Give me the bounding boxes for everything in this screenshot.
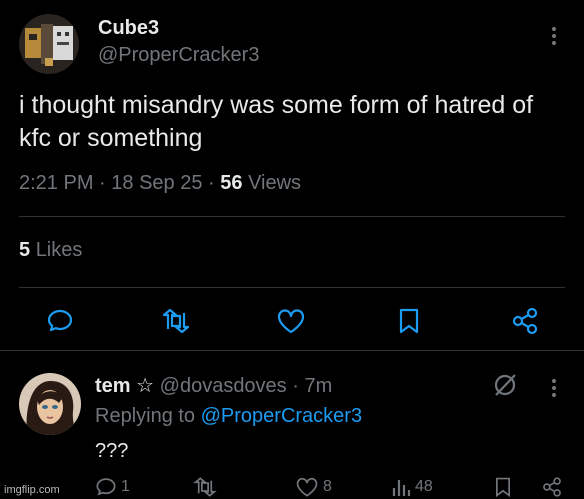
views-button[interactable]: 48	[391, 476, 433, 498]
likes-count: 5	[19, 239, 31, 261]
retweet-icon	[193, 477, 217, 497]
like-button[interactable]: 8	[295, 476, 332, 498]
like-icon	[296, 477, 318, 497]
separator: ·	[99, 172, 112, 194]
reply-count: 1	[121, 478, 130, 495]
post-meta: 2:21 PM · 18 Sep 25 · 56 Views	[19, 172, 301, 195]
separator: ·	[208, 172, 221, 194]
like-icon[interactable]	[276, 306, 306, 336]
avatar[interactable]	[19, 373, 81, 435]
reply-header: tem ☆ @dovasdoves · 7m	[95, 373, 332, 398]
likes-summary[interactable]: 5 Likes	[19, 239, 82, 262]
replying-prefix: Replying to	[95, 405, 196, 427]
more-options-icon[interactable]	[542, 24, 566, 48]
bookmark-icon[interactable]	[394, 306, 424, 336]
like-count: 8	[323, 478, 332, 495]
likes-label: Likes	[35, 239, 83, 261]
separator: ·	[292, 375, 305, 397]
post-text: i thought misandry was some form of hatr…	[19, 91, 534, 152]
more-options-icon[interactable]	[542, 376, 566, 400]
bookmark-button[interactable]	[493, 476, 513, 498]
views-count: 56	[220, 172, 243, 194]
mention-link[interactable]: @ProperCracker3	[201, 405, 362, 427]
divider	[19, 287, 565, 288]
post-date[interactable]: 18 Sep 25	[111, 172, 202, 194]
avatar[interactable]	[19, 14, 79, 74]
reply-icon	[96, 478, 116, 496]
reply-display-name[interactable]: tem	[95, 375, 131, 397]
reply-handle[interactable]: @dovasdoves	[160, 375, 287, 397]
divider	[19, 216, 565, 217]
reply-button[interactable]: 1	[95, 476, 130, 498]
share-icon	[543, 477, 561, 497]
share-button[interactable]	[541, 476, 563, 498]
view-count: 48	[415, 478, 433, 495]
bookmark-icon	[496, 477, 510, 498]
display-name[interactable]: Cube3	[98, 17, 159, 40]
watermark: imgflip.com	[4, 484, 60, 496]
reply-age[interactable]: 7m	[304, 375, 332, 397]
star-icon: ☆	[136, 375, 155, 397]
reply-icon[interactable]	[45, 306, 75, 336]
retweet-button[interactable]	[193, 476, 221, 498]
share-icon[interactable]	[510, 306, 540, 336]
views-icon	[392, 480, 411, 496]
grok-icon[interactable]	[492, 372, 518, 398]
replying-to: Replying to @ProperCracker3	[95, 405, 362, 428]
post-time[interactable]: 2:21 PM	[19, 172, 93, 194]
reply-actions: 1 8 48	[95, 476, 565, 499]
reply-text: ???	[95, 440, 129, 462]
retweet-icon[interactable]	[161, 306, 191, 336]
divider	[0, 350, 584, 351]
views-label: Views	[248, 172, 302, 194]
user-handle[interactable]: @ProperCracker3	[98, 44, 259, 67]
